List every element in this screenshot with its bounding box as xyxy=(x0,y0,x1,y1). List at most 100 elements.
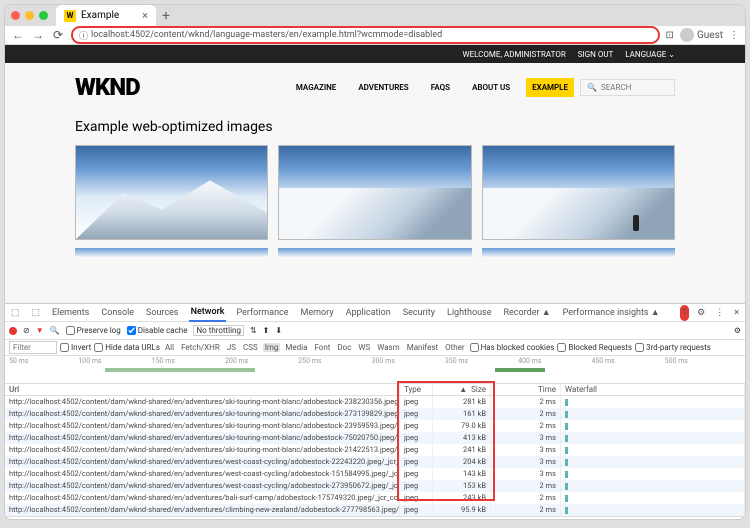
cell-url: http://localhost:4502/content/dam/wknd-s… xyxy=(5,420,400,432)
cell-size: 161 kB xyxy=(433,408,491,420)
filter-js[interactable]: JS xyxy=(225,343,238,352)
throttling-select[interactable]: No throttling xyxy=(193,325,244,336)
third-party-checkbox[interactable]: 3rd-party requests xyxy=(635,343,711,352)
cell-url: http://localhost:4502/content/dam/wknd-s… xyxy=(5,456,400,468)
col-type[interactable]: Type xyxy=(400,384,433,395)
table-row[interactable]: http://localhost:4502/content/dam/wknd-s… xyxy=(5,420,745,432)
tab-security[interactable]: Security xyxy=(401,305,437,321)
network-table: Url Type ▲ Size Time Waterfall http://lo… xyxy=(5,384,745,516)
tab-network[interactable]: Network xyxy=(189,304,227,322)
hide-data-urls-checkbox[interactable]: Hide data URLs xyxy=(94,343,160,352)
col-waterfall[interactable]: Waterfall xyxy=(561,384,745,395)
close-window-icon[interactable] xyxy=(11,11,20,20)
tab-sources[interactable]: Sources xyxy=(144,305,181,321)
cell-time: 2 ms xyxy=(491,396,561,408)
table-row[interactable]: http://localhost:4502/content/dam/wknd-s… xyxy=(5,468,745,480)
filter-font[interactable]: Font xyxy=(312,343,332,352)
tab-recorder[interactable]: Recorder ▲ xyxy=(501,304,552,321)
filter-wasm[interactable]: Wasm xyxy=(375,343,401,352)
error-badge[interactable]: 1 xyxy=(680,305,689,321)
table-row[interactable]: http://localhost:4502/content/dam/wknd-s… xyxy=(5,480,745,492)
reload-button[interactable]: ⟳ xyxy=(51,28,65,42)
table-row[interactable]: http://localhost:4502/content/dam/wknd-s… xyxy=(5,492,745,504)
back-button[interactable]: ← xyxy=(11,28,25,42)
nav-adventures[interactable]: ADVENTURES xyxy=(352,78,414,97)
invert-checkbox[interactable]: Invert xyxy=(60,343,91,352)
timeline-overview[interactable]: 50 ms 100 ms 150 ms 200 ms 250 ms 300 ms… xyxy=(5,356,745,384)
tab-memory[interactable]: Memory xyxy=(299,305,336,321)
site-logo[interactable]: WKND xyxy=(75,73,140,101)
menu-icon[interactable]: ⋮ xyxy=(729,30,739,41)
maximize-window-icon[interactable] xyxy=(39,11,48,20)
tick: 250 ms xyxy=(298,357,321,365)
site-info-icon[interactable]: ⓘ xyxy=(79,29,88,42)
record-button[interactable] xyxy=(9,327,17,335)
tab-elements[interactable]: Elements xyxy=(50,305,91,321)
new-tab-button[interactable]: + xyxy=(156,8,176,24)
device-icon[interactable]: ⬚ xyxy=(30,305,43,321)
tab-lighthouse[interactable]: Lighthouse xyxy=(445,305,493,321)
upload-icon[interactable]: ⬆ xyxy=(263,326,270,335)
more-icon[interactable]: ⋮ xyxy=(713,305,726,321)
tick: 450 ms xyxy=(591,357,614,365)
col-url[interactable]: Url xyxy=(5,384,400,395)
filter-img[interactable]: Img xyxy=(263,343,281,352)
table-row[interactable]: http://localhost:4502/content/dam/wknd-s… xyxy=(5,432,745,444)
forward-button[interactable]: → xyxy=(31,28,45,42)
table-row[interactable]: http://localhost:4502/content/dam/wknd-s… xyxy=(5,444,745,456)
nav-faqs[interactable]: FAQS xyxy=(425,78,456,97)
browser-tab[interactable]: W Example × xyxy=(56,5,156,26)
tab-performance[interactable]: Performance xyxy=(234,305,290,321)
search-icon[interactable]: 🔍 xyxy=(50,326,60,335)
url-field[interactable]: ⓘ localhost:4502/content/wknd/language-m… xyxy=(71,26,660,44)
search-box[interactable]: 🔍 xyxy=(580,79,675,96)
blocked-requests-checkbox[interactable]: Blocked Requests xyxy=(557,343,632,352)
filter-ws[interactable]: WS xyxy=(356,343,372,352)
nav-example[interactable]: EXAMPLE xyxy=(526,78,574,97)
tab-application[interactable]: Application xyxy=(344,305,393,321)
close-tab-icon[interactable]: × xyxy=(142,9,148,22)
extensions-icon[interactable]: ⊡ xyxy=(666,30,674,41)
download-icon[interactable]: ⬇ xyxy=(275,326,282,335)
welcome-text: WELCOME, ADMINISTRATOR xyxy=(462,50,565,59)
settings-icon[interactable]: ⚙ xyxy=(695,305,707,321)
filter-other[interactable]: Other xyxy=(443,343,466,352)
filter-fetch[interactable]: Fetch/XHR xyxy=(179,343,222,352)
col-size[interactable]: ▲ Size xyxy=(433,384,491,395)
window-controls xyxy=(11,11,48,20)
close-devtools-icon[interactable]: × xyxy=(732,305,741,321)
tab-console[interactable]: Console xyxy=(99,305,136,321)
preserve-log-checkbox[interactable]: Preserve log xyxy=(66,326,121,335)
nav-about[interactable]: ABOUT US xyxy=(466,78,516,97)
inspect-icon[interactable]: ⬚ xyxy=(9,305,22,321)
table-row[interactable]: http://localhost:4502/content/dam/wknd-s… xyxy=(5,504,745,516)
filter-input[interactable] xyxy=(9,341,57,354)
cell-time: 3 ms xyxy=(491,432,561,444)
cell-size: 153 kB xyxy=(433,480,491,492)
language-selector[interactable]: LANGUAGE ⌄ xyxy=(625,50,675,59)
nav-magazine[interactable]: MAGAZINE xyxy=(290,78,342,97)
filter-manifest[interactable]: Manifest xyxy=(405,343,440,352)
table-row[interactable]: http://localhost:4502/content/dam/wknd-s… xyxy=(5,396,745,408)
blocked-cookies-checkbox[interactable]: Has blocked cookies xyxy=(470,343,555,352)
sign-out-link[interactable]: SIGN OUT xyxy=(578,50,614,59)
cell-url: http://localhost:4502/content/dam/wknd-s… xyxy=(5,468,400,480)
clear-button[interactable]: ⊘ xyxy=(23,326,30,335)
table-row[interactable]: http://localhost:4502/content/dam/wknd-s… xyxy=(5,456,745,468)
wifi-icon[interactable]: ⇅ xyxy=(250,326,257,335)
tick: 150 ms xyxy=(152,357,175,365)
search-input[interactable] xyxy=(601,83,661,92)
table-row[interactable]: http://localhost:4502/content/dam/wknd-s… xyxy=(5,408,745,420)
filter-media[interactable]: Media xyxy=(283,343,309,352)
profile-button[interactable]: Guest xyxy=(680,28,723,42)
disable-cache-checkbox[interactable]: Disable cache xyxy=(127,326,188,335)
filter-icon[interactable]: ▼ xyxy=(36,326,44,335)
filter-doc[interactable]: Doc xyxy=(335,343,353,352)
col-time[interactable]: Time xyxy=(491,384,561,395)
network-settings-icon[interactable]: ⚙ xyxy=(734,326,741,335)
filter-all[interactable]: All xyxy=(163,343,176,352)
filter-css[interactable]: CSS xyxy=(241,343,260,352)
minimize-window-icon[interactable] xyxy=(25,11,34,20)
tab-perfinsights[interactable]: Performance insights ▲ xyxy=(561,304,662,321)
cell-type: jpeg xyxy=(400,420,433,432)
